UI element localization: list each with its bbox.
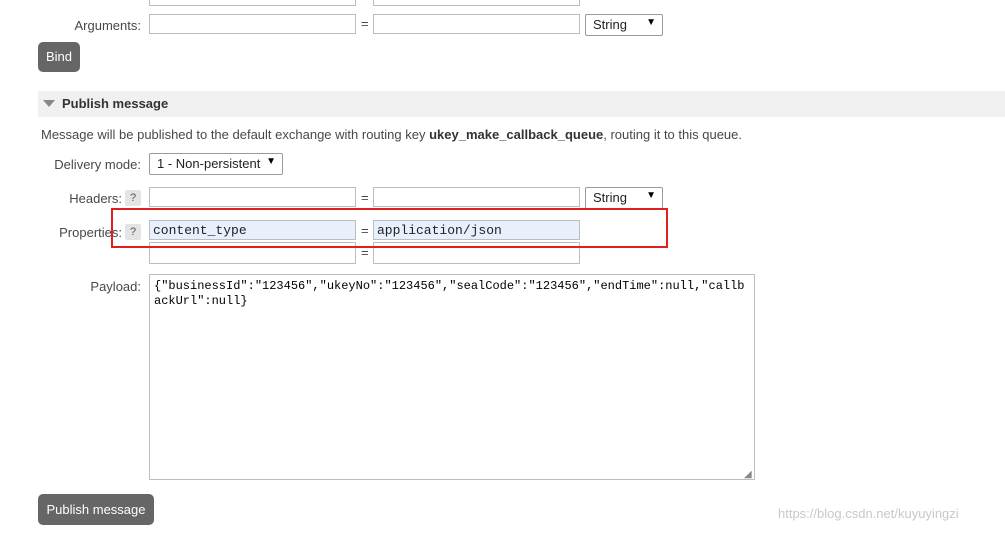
routing-key: ukey_make_callback_queue (429, 127, 604, 142)
publish-message-button[interactable]: Publish message (38, 494, 154, 525)
triangle-down-icon[interactable] (43, 100, 55, 107)
equals-sign: = (361, 190, 369, 205)
section-title: Publish message (62, 96, 169, 111)
header-type-select[interactable]: String ▼ (585, 187, 663, 209)
delivery-mode-select[interactable]: 1 - Non-persistent ▼ (149, 153, 283, 175)
publish-description: Message will be published to the default… (41, 127, 742, 142)
description-prefix: Message will be published to the default… (41, 127, 430, 142)
resize-grip-icon[interactable]: ◢ (744, 469, 752, 480)
header-type-value: String (593, 190, 627, 205)
caret-down-icon: ▼ (266, 156, 276, 167)
header-value-input[interactable] (373, 187, 580, 207)
caret-down-icon: ▼ (646, 17, 656, 28)
properties-label: Properties: (59, 225, 122, 240)
description-suffix: , routing it to this queue. (603, 127, 743, 142)
previous-field-edge-2 (373, 0, 580, 6)
delivery-mode-value: 1 - Non-persistent (157, 156, 261, 171)
equals-sign: = (361, 16, 369, 31)
argument-type-value: String (593, 17, 627, 32)
publish-section-header[interactable] (38, 91, 1005, 117)
caret-down-icon: ▼ (646, 190, 656, 201)
headers-help-icon[interactable]: ? (125, 190, 141, 206)
payload-label: Payload: (90, 279, 141, 294)
argument-key-input[interactable] (149, 14, 356, 34)
argument-value-input[interactable] (373, 14, 580, 34)
delivery-mode-label: Delivery mode: (54, 157, 141, 172)
headers-label: Headers: (69, 191, 122, 206)
arguments-label: Arguments: (74, 18, 141, 33)
previous-field-edge (149, 0, 356, 6)
argument-type-select[interactable]: String ▼ (585, 14, 663, 36)
bind-button[interactable]: Bind (38, 42, 80, 72)
highlight-box (111, 208, 668, 248)
watermark: https://blog.csdn.net/kuyuyingzi (778, 506, 959, 521)
payload-textarea[interactable]: {"businessId":"123456","ukeyNo":"123456"… (149, 274, 755, 480)
header-key-input[interactable] (149, 187, 356, 207)
